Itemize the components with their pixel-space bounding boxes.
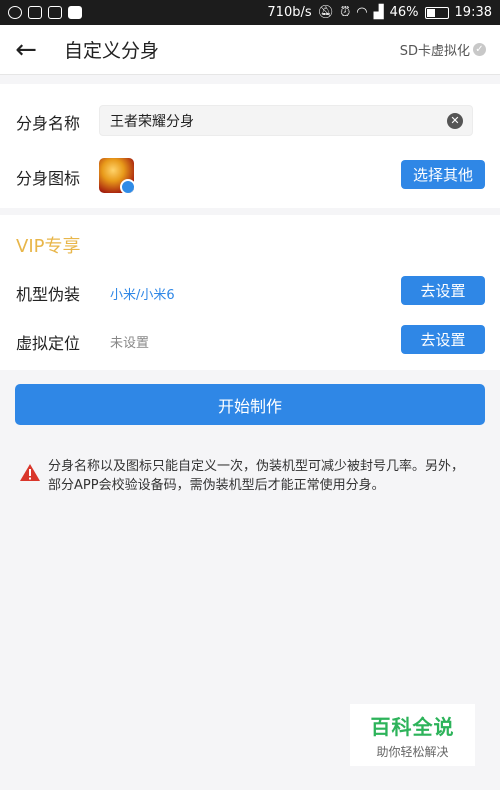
clone-settings-card: 分身名称 王者荣耀分身 ✕ 分身图标 选择其他 <box>0 84 500 208</box>
device-disguise-value: 小米/小米6 <box>110 288 175 303</box>
sd-virtualization-label: SD卡虚拟化 <box>399 44 470 59</box>
virtual-location-label: 虚拟定位 <box>16 334 81 353</box>
status-bar-left <box>8 6 82 19</box>
clone-icon-label: 分身图标 <box>16 169 81 188</box>
device-disguise-label: 机型伪装 <box>16 285 81 304</box>
status-bar-right: 710b/s 🔕︎ ⏰︎ ◠ ▟ 46% 19:38 <box>267 5 492 20</box>
device-settings-button[interactable]: 去设置 <box>401 276 485 305</box>
clone-name-input[interactable]: 王者荣耀分身 ✕ <box>99 105 473 136</box>
clock: 19:38 <box>454 5 492 20</box>
watermark: 百科全说 助你轻松解决 <box>350 704 475 766</box>
battery-icon <box>424 6 449 19</box>
image-icon <box>48 6 62 19</box>
page-title: 自定义分身 <box>64 40 160 62</box>
check-circle-icon: ✓ <box>473 43 486 56</box>
clone-name-label: 分身名称 <box>16 114 81 133</box>
warning-icon <box>20 464 40 481</box>
choose-icon-button[interactable]: 选择其他 <box>401 160 485 189</box>
start-button[interactable]: 开始制作 <box>15 384 485 425</box>
watermark-subtitle: 助你轻松解决 <box>376 744 449 759</box>
watermark-title: 百科全说 <box>370 714 455 739</box>
vip-card: VIP专享 机型伪装 小米/小米6 去设置 虚拟定位 未设置 去设置 <box>0 215 500 370</box>
back-arrow-icon[interactable]: ← <box>0 25 52 75</box>
app-bar: ← 自定义分身 SD卡虚拟化 ✓ <box>0 25 500 75</box>
app-icon <box>99 158 134 193</box>
battery-percent: 46% <box>389 5 419 20</box>
s-app-icon <box>68 6 82 19</box>
clone-name-value: 王者荣耀分身 <box>110 113 194 130</box>
clear-icon[interactable]: ✕ <box>447 113 463 129</box>
notice-text: 分身名称以及图标只能自定义一次，伪装机型可减少被封号几率。另外，部分APP会校验… <box>48 459 465 493</box>
mute-icon: 🔕︎ <box>317 5 335 20</box>
vip-heading: VIP专享 <box>16 236 81 257</box>
sd-virtualization-toggle[interactable]: SD卡虚拟化 ✓ <box>400 40 486 59</box>
network-speed: 710b/s <box>267 5 312 20</box>
location-settings-button[interactable]: 去设置 <box>401 325 485 354</box>
status-bar: 710b/s 🔕︎ ⏰︎ ◠ ▟ 46% 19:38 <box>0 0 500 25</box>
wifi-icon: ◠ <box>356 5 368 20</box>
message-icon <box>28 6 42 19</box>
qq-icon <box>8 6 22 19</box>
virtual-location-value: 未设置 <box>110 336 150 351</box>
signal-icon: ▟ <box>373 5 384 20</box>
alarm-icon: ⏰︎ <box>340 5 351 20</box>
